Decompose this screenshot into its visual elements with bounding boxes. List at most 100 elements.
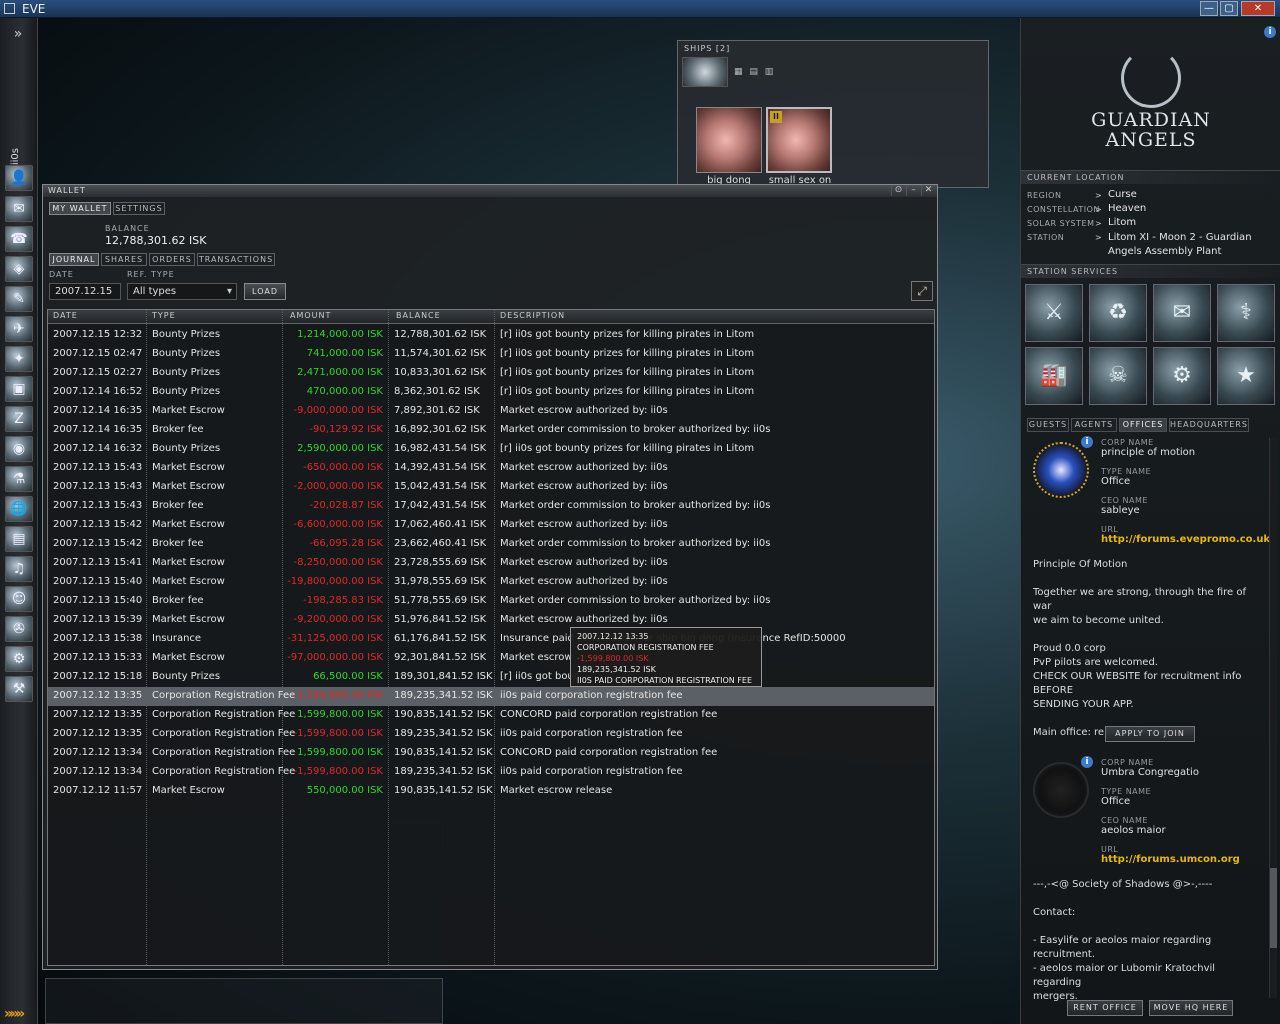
reftype-select[interactable]: All types ▾ (127, 283, 237, 300)
station-value[interactable]: Litom XI - Moon 2 - Guardian Angels Asse… (1108, 231, 1278, 259)
info-icon[interactable]: ⊙ (891, 185, 905, 196)
col-balance[interactable]: BALANCE (396, 311, 441, 320)
tab-guests[interactable]: GUESTS (1027, 418, 1069, 432)
corp-url-link[interactable]: http://forums.umcon.org (1101, 854, 1240, 865)
neocom-item-icon[interactable]: ⚒ (5, 676, 33, 702)
station-service-button[interactable]: 🏭 (1025, 347, 1083, 405)
rent-office-button[interactable]: RENT OFFICE (1067, 1000, 1143, 1016)
journal-row[interactable]: 2007.12.14 16:35 Market Escrow -9,000,000.… (48, 402, 934, 421)
constellation-value[interactable]: Heaven (1108, 203, 1146, 214)
apply-to-join-button[interactable]: APPLY TO JOIN (1105, 726, 1195, 742)
journal-row[interactable]: 2007.12.12 11:57 Market Escrow 550,000.00 … (48, 782, 934, 801)
journal-row[interactable]: 2007.12.12 13:35 Corporation Registration… (48, 687, 934, 706)
ceo-name-value[interactable]: aeolos maior (1101, 825, 1166, 836)
journal-row[interactable]: 2007.12.13 15:43 Broker fee -20,028.87 ISK… (48, 497, 934, 516)
tab-journal[interactable]: JOURNAL (49, 253, 99, 266)
scrollbar-thumb[interactable] (1270, 868, 1277, 948)
neocom-item-icon[interactable]: ✦ (5, 346, 33, 372)
close-wallet-icon[interactable]: ✕ (921, 185, 935, 196)
journal-row[interactable]: 2007.12.13 15:33 Market Escrow -97,000,000… (48, 649, 934, 668)
station-info-icon[interactable]: i (1264, 26, 1276, 38)
neocom-item-icon[interactable]: 👤 (5, 165, 33, 191)
export-icon[interactable]: ⤢ (911, 281, 933, 301)
col-date[interactable]: DATE (53, 311, 78, 320)
minimize-wallet-icon[interactable]: – (906, 185, 920, 196)
ceo-name-value[interactable]: sableye (1101, 505, 1140, 516)
station-service-button[interactable]: ⚕ (1217, 284, 1275, 342)
station-service-button[interactable]: ⚙ (1153, 347, 1211, 405)
station-service-button[interactable]: ★ (1217, 347, 1275, 405)
neocom-item-icon[interactable]: ♫ (5, 556, 33, 582)
neocom-item-icon[interactable]: ⚗ (5, 466, 33, 492)
journal-row[interactable]: 2007.12.15 02:47 Bounty Prizes 741,000.00 … (48, 345, 934, 364)
corp-emblem-icon[interactable] (1033, 442, 1089, 498)
minimize-button[interactable]: — (1200, 1, 1218, 16)
station-service-button[interactable]: ⚔ (1025, 284, 1083, 342)
date-input[interactable]: 2007.12.15 (49, 283, 121, 300)
neocom-item-icon[interactable]: ⚙ (5, 646, 33, 672)
journal-row[interactable]: 2007.12.13 15:39 Market Escrow -9,200,000.… (48, 611, 934, 630)
close-button[interactable]: ✕ (1241, 1, 1275, 16)
ship-item-big-dong[interactable] (696, 107, 762, 173)
journal-row[interactable]: 2007.12.15 12:32 Bounty Prizes 1,214,000.0… (48, 326, 934, 345)
neocom-chevrons-icon[interactable]: »»» (4, 1006, 34, 1022)
journal-row[interactable]: 2007.12.15 02:27 Bounty Prizes 2,471,000.0… (48, 364, 934, 383)
journal-row[interactable]: 2007.12.13 15:40 Market Escrow -19,800,000… (48, 573, 934, 592)
app-menu-icon[interactable] (4, 3, 15, 14)
station-service-button[interactable]: ♻ (1089, 284, 1147, 342)
load-button[interactable]: LOAD (244, 283, 286, 300)
journal-row[interactable]: 2007.12.13 15:42 Broker fee -66,095.28 ISK… (48, 535, 934, 554)
tab-orders[interactable]: ORDERS (149, 253, 195, 266)
tab-offices[interactable]: OFFICES (1119, 418, 1167, 432)
neocom-item-icon[interactable]: ◈ (5, 256, 33, 282)
journal-row[interactable]: 2007.12.13 15:43 Market Escrow -2,000,000.… (48, 478, 934, 497)
corp-name-value[interactable]: Umbra Congregatio (1101, 767, 1199, 778)
journal-row[interactable]: 2007.12.14 16:32 Bounty Prizes 2,590,000.0… (48, 440, 934, 459)
journal-row[interactable]: 2007.12.13 15:38 Insurance -31,125,000.00 … (48, 630, 934, 649)
neocom-item-icon[interactable]: ☎ (5, 226, 33, 252)
solar-system-value[interactable]: Litom (1108, 217, 1136, 228)
journal-row[interactable]: 2007.12.12 13:35 Corporation Registration… (48, 706, 934, 725)
corp-url-link[interactable]: http://forums.evepromo.co.uk/ind (1101, 534, 1271, 545)
ship-item-small-sex-on[interactable]: II (766, 107, 832, 173)
journal-row[interactable]: 2007.12.14 16:52 Bounty Prizes 470,000.00 … (48, 383, 934, 402)
neocom-item-icon[interactable]: ▣ (5, 376, 33, 402)
tab-headquarters[interactable]: HEADQUARTERS (1169, 418, 1249, 432)
journal-row[interactable]: 2007.12.12 13:34 Corporation Registration… (48, 744, 934, 763)
neocom-item-icon[interactable]: Z (5, 406, 33, 432)
region-value[interactable]: Curse (1108, 189, 1137, 200)
neocom-item-icon[interactable]: ◉ (5, 436, 33, 462)
col-type[interactable]: TYPE (152, 311, 176, 320)
journal-row[interactable]: 2007.12.12 13:34 Corporation Registration… (48, 763, 934, 782)
neocom-item-icon[interactable]: ☺ (5, 586, 33, 612)
tab-transactions[interactable]: TRANSACTIONS (197, 253, 275, 266)
journal-row[interactable]: 2007.12.14 16:35 Broker fee -90,129.92 ISK… (48, 421, 934, 440)
corp-emblem-icon[interactable] (1033, 762, 1089, 818)
tab-agents[interactable]: AGENTS (1071, 418, 1117, 432)
col-amount[interactable]: AMOUNT (290, 311, 331, 320)
tab-shares[interactable]: SHARES (101, 253, 147, 266)
neocom-item-icon[interactable]: ✈ (5, 316, 33, 342)
journal-row[interactable]: 2007.12.13 15:42 Market Escrow -6,600,000.… (48, 516, 934, 535)
neocom-item-icon[interactable]: ✇ (5, 616, 33, 642)
tab-settings[interactable]: SETTINGS (113, 202, 165, 215)
journal-row[interactable]: 2007.12.13 15:40 Broker fee -198,285.83 IS… (48, 592, 934, 611)
neocom-item-icon[interactable]: ▤ (5, 526, 33, 552)
journal-row[interactable]: 2007.12.13 15:41 Market Escrow -8,250,000.… (48, 554, 934, 573)
move-hq-button[interactable]: MOVE HQ HERE (1149, 1000, 1233, 1016)
offices-scrollbar[interactable] (1269, 438, 1277, 998)
maximize-button[interactable]: ▢ (1220, 1, 1238, 16)
corp-info-icon[interactable]: i (1081, 436, 1093, 448)
expand-neocom-button[interactable]: » (6, 26, 30, 46)
neocom-item-icon[interactable]: ✎ (5, 286, 33, 312)
corp-info-icon[interactable]: i (1081, 756, 1093, 768)
journal-row[interactable]: 2007.12.13 15:43 Market Escrow -650,000.00… (48, 459, 934, 478)
journal-row[interactable]: 2007.12.12 15:18 Bounty Prizes 66,500.00 I… (48, 668, 934, 687)
station-service-button[interactable]: ✉ (1153, 284, 1211, 342)
tab-my-wallet[interactable]: MY WALLET (49, 202, 111, 215)
corp-name-value[interactable]: principle of motion (1101, 447, 1195, 458)
view-mode-icons[interactable]: ▦ ▤ ▥ (734, 67, 775, 77)
station-service-button[interactable]: ☠ (1089, 347, 1147, 405)
journal-row[interactable]: 2007.12.12 13:35 Corporation Registration… (48, 725, 934, 744)
col-description[interactable]: DESCRIPTION (500, 311, 565, 320)
